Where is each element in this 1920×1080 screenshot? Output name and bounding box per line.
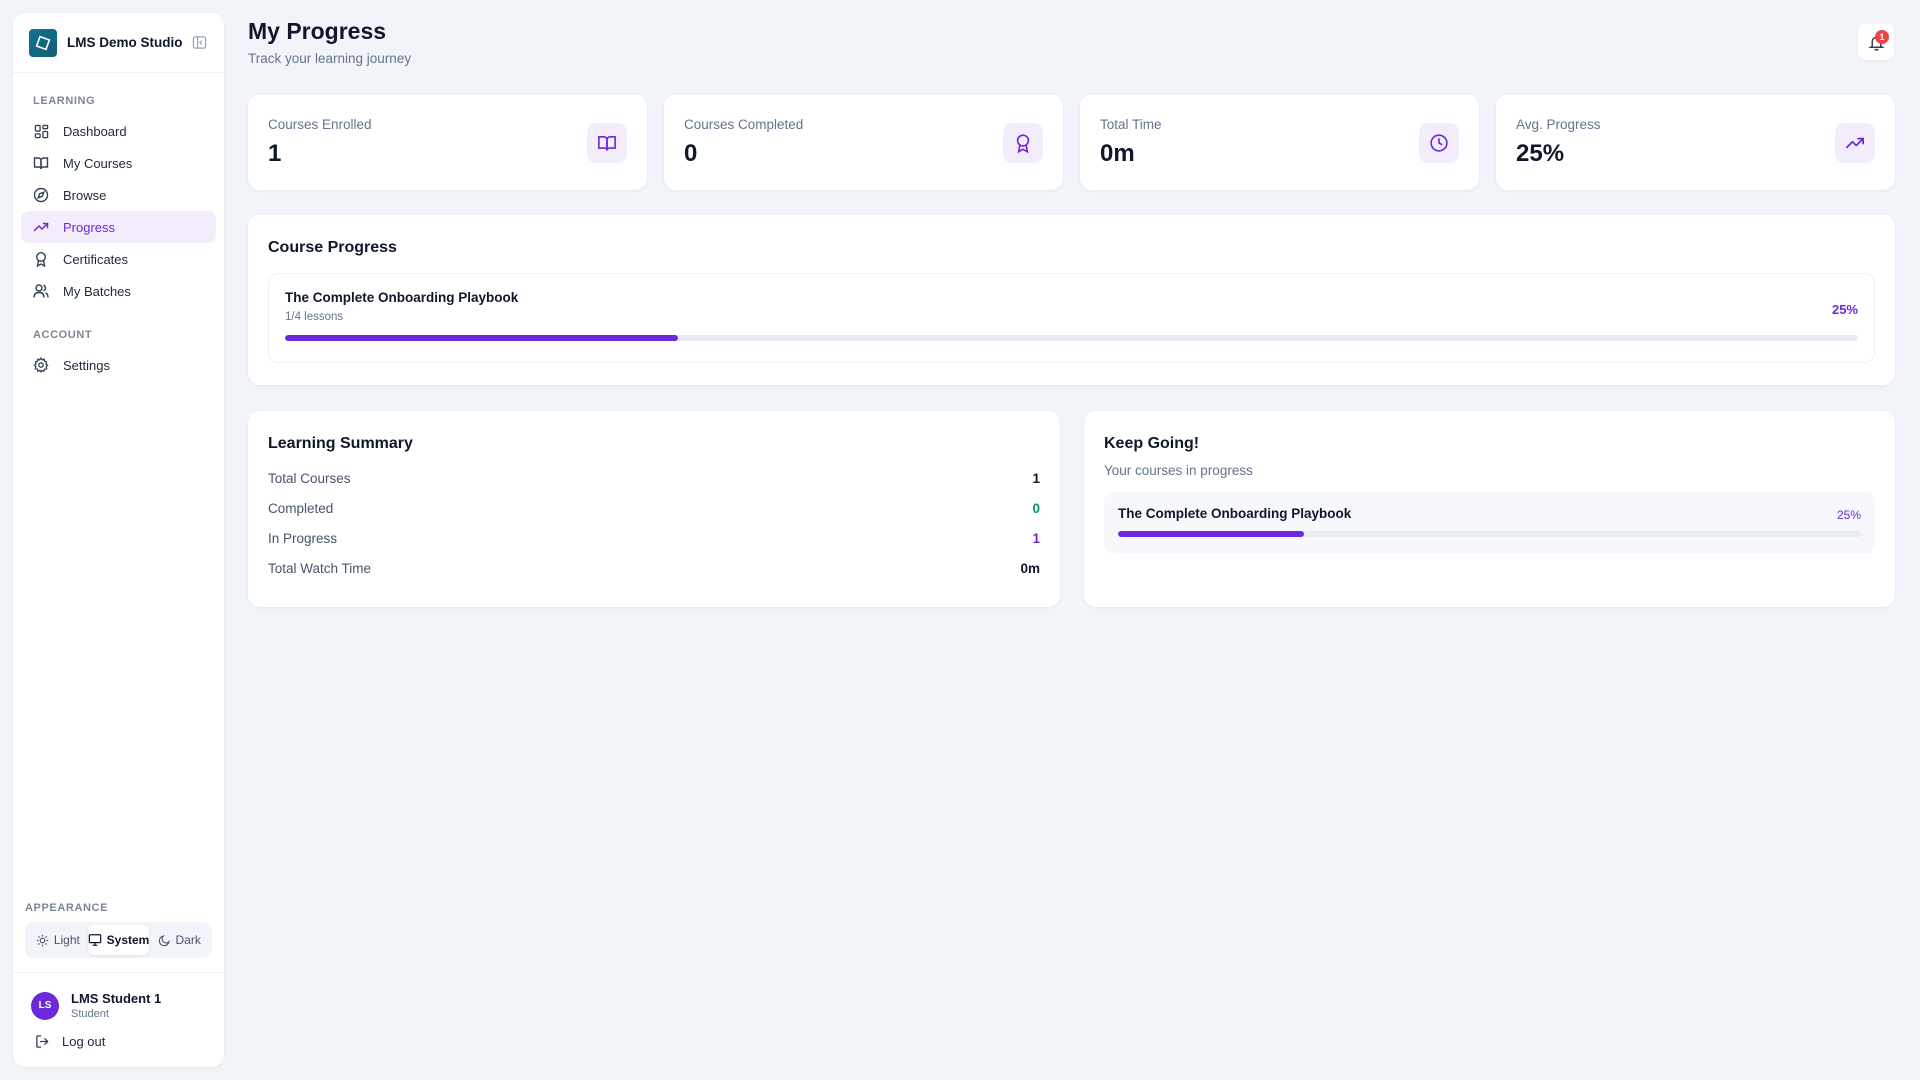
gear-icon — [33, 357, 49, 373]
sidebar-item-label: Certificates — [63, 251, 129, 267]
course-progress-item[interactable]: The Complete Onboarding Playbook 1/4 les… — [268, 273, 1875, 363]
sidebar-item-my-courses[interactable]: My Courses — [21, 147, 216, 179]
sidebar-item-settings[interactable]: Settings — [21, 349, 216, 381]
sidebar-item-label: My Courses — [63, 155, 133, 171]
sidebar-item-label: Browse — [63, 187, 107, 203]
page-title: My Progress — [248, 18, 387, 44]
stat-label: Courses Completed — [684, 117, 804, 132]
logout-button[interactable]: Log out — [13, 1020, 224, 1067]
learning-heading: LEARNING — [33, 95, 96, 107]
stat-label: Total Time — [1100, 117, 1162, 132]
course-title: The Complete Onboarding Playbook — [285, 290, 519, 305]
summary-row-in-progress: In Progress 1 — [268, 531, 1040, 546]
moon-icon — [158, 934, 170, 946]
stat-card-total-time: Total Time 0m — [1080, 95, 1479, 190]
user-role: Student — [71, 1008, 109, 1020]
sidebar-item-label: Dashboard — [63, 123, 127, 139]
sidebar-item-label: Settings — [63, 357, 110, 373]
theme-switch: Light System Dark — [25, 922, 212, 958]
brand-name: LMS Demo Studio — [67, 35, 183, 50]
brand-logo-icon — [29, 28, 57, 57]
sidebar-item-my-batches[interactable]: My Batches — [21, 275, 216, 307]
course-percent: 25% — [1836, 508, 1861, 522]
trending-up-icon — [33, 219, 49, 235]
stat-label: Avg. Progress — [1516, 117, 1601, 132]
users-icon — [33, 283, 49, 299]
theme-system-button[interactable]: System — [87, 925, 150, 955]
notification-badge: 1 — [1875, 30, 1889, 44]
trending-up-icon — [1835, 123, 1875, 163]
course-progress-fill — [285, 335, 679, 341]
dashboard-icon — [33, 123, 49, 139]
stat-label: Courses Enrolled — [268, 117, 372, 132]
course-title: The Complete Onboarding Playbook — [1118, 506, 1352, 521]
book-icon — [33, 155, 49, 171]
account-heading: ACCOUNT — [33, 329, 93, 341]
book-icon — [587, 123, 627, 163]
user-profile: LS LMS Student 1 Student — [13, 973, 224, 1020]
stat-card-courses-completed: Courses Completed 0 — [664, 95, 1063, 190]
theme-dark-button[interactable]: Dark — [149, 925, 209, 955]
sidebar-item-label: My Batches — [63, 283, 131, 299]
sidebar-item-label: Progress — [63, 219, 116, 235]
sun-icon — [36, 934, 48, 946]
appearance-label: APPEARANCE — [25, 902, 109, 914]
award-icon — [33, 251, 49, 267]
sidebar-item-browse[interactable]: Browse — [21, 179, 216, 211]
keep-going-card: Keep Going! Your courses in progress The… — [1084, 411, 1895, 607]
course-progress-title: Course Progress — [268, 239, 397, 256]
learning-summary-title: Learning Summary — [268, 435, 413, 452]
stat-value: 0m — [1100, 140, 1135, 167]
stat-value: 25% — [1516, 140, 1565, 167]
sidebar: LMS Demo Studio LEARNING Dashboard My Co… — [13, 13, 224, 1067]
summary-row-total-courses: Total Courses 1 — [268, 471, 1040, 486]
clock-icon — [1419, 123, 1459, 163]
course-progress-card: Course Progress The Complete Onboarding … — [248, 215, 1895, 385]
page-subtitle: Track your learning journey — [248, 51, 412, 66]
sidebar-item-progress[interactable]: Progress — [21, 211, 216, 243]
avatar: LS — [31, 991, 59, 1020]
monitor-icon — [88, 934, 101, 946]
user-name: LMS Student 1 — [71, 991, 162, 1006]
summary-row-completed: Completed 0 — [268, 501, 1040, 516]
theme-light-button[interactable]: Light — [28, 925, 88, 955]
sidebar-item-dashboard[interactable]: Dashboard — [21, 115, 216, 147]
course-lessons: 1/4 lessons — [285, 311, 344, 323]
in-progress-course-item[interactable]: The Complete Onboarding Playbook 25% — [1104, 492, 1875, 554]
stat-card-courses-enrolled: Courses Enrolled 1 — [248, 95, 647, 190]
panel-left-icon — [192, 36, 206, 49]
stat-card-avg-progress: Avg. Progress 25% — [1496, 95, 1895, 190]
course-progress-fill — [1118, 531, 1304, 537]
brand-header: LMS Demo Studio — [13, 13, 224, 73]
course-progress-bar — [285, 335, 1858, 341]
page-header: My Progress Track your learning journey — [248, 18, 411, 66]
learning-summary-card: Learning Summary Total Courses 1 Complet… — [248, 411, 1060, 607]
keep-going-title: Keep Going! — [1104, 435, 1200, 452]
course-percent: 25% — [1831, 302, 1858, 317]
log-out-icon — [36, 1035, 49, 1048]
sidebar-item-certificates[interactable]: Certificates — [21, 243, 216, 275]
stat-value: 1 — [268, 140, 282, 167]
award-icon — [1003, 123, 1043, 163]
compass-icon — [33, 187, 49, 203]
stat-value: 0 — [684, 140, 698, 167]
notifications-button[interactable]: 1 — [1858, 24, 1894, 60]
summary-row-total-watch-time: Total Watch Time 0m — [268, 561, 1040, 576]
appearance-section: APPEARANCE Light System Dark — [13, 902, 224, 973]
keep-going-subtitle: Your courses in progress — [1104, 463, 1253, 478]
learning-nav: LEARNING Dashboard My Courses Browse Pro… — [13, 73, 224, 381]
course-progress-bar — [1118, 531, 1861, 537]
collapse-sidebar-button[interactable] — [190, 34, 208, 52]
